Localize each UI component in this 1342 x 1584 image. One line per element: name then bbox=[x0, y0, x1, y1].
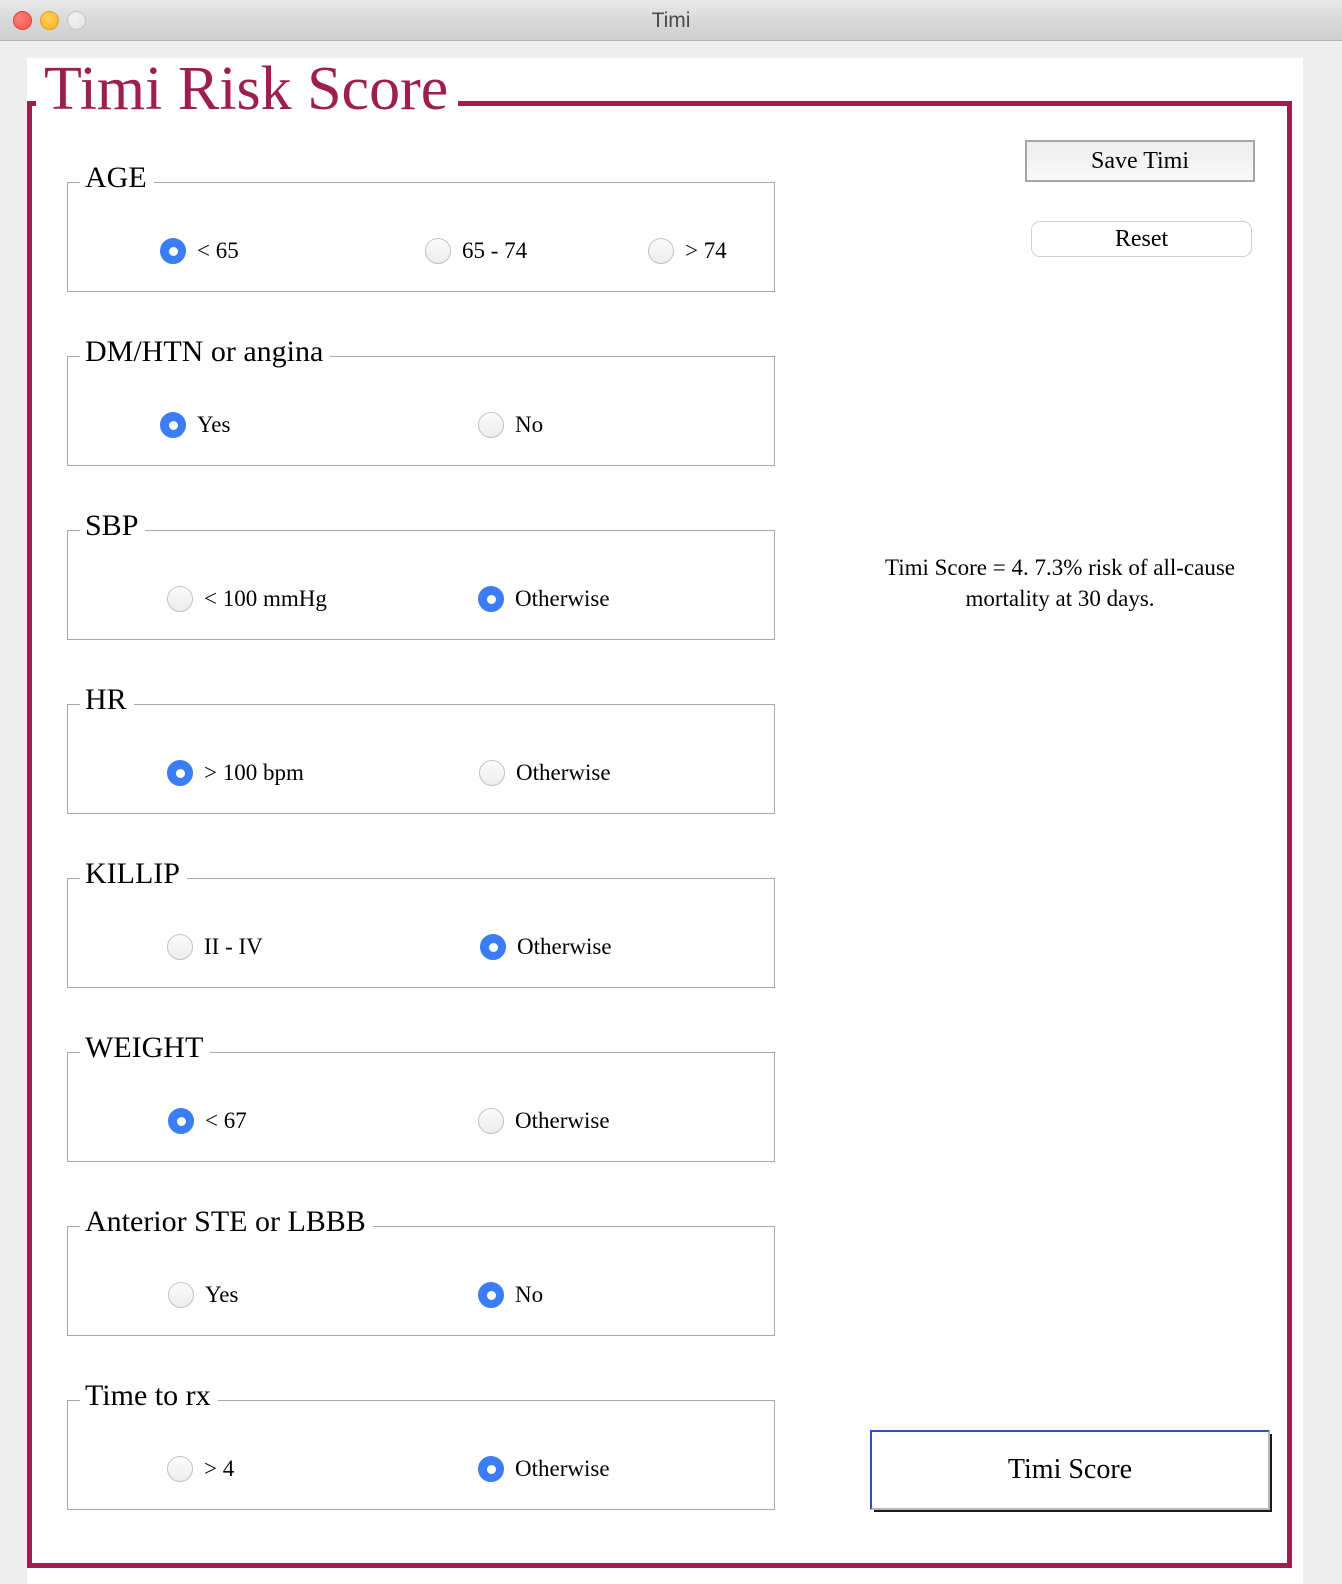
radio-option-age-1[interactable]: 65 - 74 bbox=[425, 238, 527, 264]
radio-unselected-icon[interactable] bbox=[478, 412, 504, 438]
radio-option-weight-0[interactable]: < 67 bbox=[168, 1108, 247, 1134]
group-dm-htn-or-angina: DM/HTN or angina Yes No bbox=[67, 337, 775, 466]
radio-option-hr-0[interactable]: > 100 bpm bbox=[167, 760, 304, 786]
group-title-time-to-rx: Time to rx bbox=[80, 1381, 218, 1411]
radio-label-age-1: 65 - 74 bbox=[462, 238, 528, 263]
group-title-weight: WEIGHT bbox=[80, 1033, 211, 1063]
radio-selected-icon[interactable] bbox=[478, 1456, 504, 1482]
radio-selected-icon[interactable] bbox=[478, 586, 504, 612]
radio-label-age-0: < 65 bbox=[197, 238, 239, 263]
radio-selected-icon[interactable] bbox=[168, 1108, 194, 1134]
radio-unselected-icon[interactable] bbox=[648, 238, 674, 264]
radio-option-weight-1[interactable]: Otherwise bbox=[478, 1108, 610, 1134]
radio-option-killip-1[interactable]: Otherwise bbox=[480, 934, 612, 960]
radio-option-sbp-1[interactable]: Otherwise bbox=[478, 586, 610, 612]
radio-label-anterior-ste-or-lbbb-0: Yes bbox=[205, 1282, 239, 1307]
radio-selected-icon[interactable] bbox=[478, 1282, 504, 1308]
group-title-sbp: SBP bbox=[80, 511, 146, 541]
radio-option-dm-htn-or-angina-1[interactable]: No bbox=[478, 412, 543, 438]
radio-option-time-to-rx-0[interactable]: > 4 bbox=[167, 1456, 234, 1482]
radio-label-dm-htn-or-angina-1: No bbox=[515, 412, 544, 437]
radio-label-hr-0: > 100 bpm bbox=[204, 760, 304, 785]
radio-label-time-to-rx-1: Otherwise bbox=[515, 1456, 610, 1481]
radio-option-time-to-rx-1[interactable]: Otherwise bbox=[478, 1456, 610, 1482]
radio-option-anterior-ste-or-lbbb-0[interactable]: Yes bbox=[168, 1282, 238, 1308]
group-time-to-rx: Time to rx > 4 Otherwise bbox=[67, 1381, 775, 1510]
reset-button[interactable]: Reset bbox=[1031, 221, 1252, 257]
radio-unselected-icon[interactable] bbox=[425, 238, 451, 264]
group-title-dm-htn-or-angina: DM/HTN or angina bbox=[80, 337, 331, 367]
group-title-killip: KILLIP bbox=[80, 859, 187, 889]
group-title-anterior-ste-or-lbbb: Anterior STE or LBBB bbox=[80, 1207, 373, 1237]
radio-label-anterior-ste-or-lbbb-1: No bbox=[515, 1282, 544, 1307]
radio-label-hr-1: Otherwise bbox=[516, 760, 611, 785]
radio-option-age-2[interactable]: > 74 bbox=[648, 238, 727, 264]
radio-label-sbp-0: < 100 mmHg bbox=[204, 586, 327, 611]
group-anterior-ste-or-lbbb: Anterior STE or LBBB Yes No bbox=[67, 1207, 775, 1336]
group-sbp: SBP < 100 mmHg Otherwise bbox=[67, 511, 775, 640]
radio-selected-icon[interactable] bbox=[160, 412, 186, 438]
radio-selected-icon[interactable] bbox=[160, 238, 186, 264]
radio-option-hr-1[interactable]: Otherwise bbox=[479, 760, 611, 786]
group-age: AGE < 65 65 - 74 > 74 bbox=[67, 163, 775, 292]
radio-unselected-icon[interactable] bbox=[479, 760, 505, 786]
radio-option-sbp-0[interactable]: < 100 mmHg bbox=[167, 586, 327, 612]
group-hr: HR > 100 bpm Otherwise bbox=[67, 685, 775, 814]
group-title-age: AGE bbox=[80, 163, 154, 193]
radio-unselected-icon[interactable] bbox=[478, 1108, 504, 1134]
radio-label-sbp-1: Otherwise bbox=[515, 586, 610, 611]
page-title: Timi Risk Score bbox=[36, 58, 459, 120]
radio-selected-icon[interactable] bbox=[167, 760, 193, 786]
radio-unselected-icon[interactable] bbox=[167, 586, 193, 612]
radio-option-dm-htn-or-angina-0[interactable]: Yes bbox=[160, 412, 230, 438]
radio-label-dm-htn-or-angina-0: Yes bbox=[197, 412, 231, 437]
result-text: Timi Score = 4. 7.3% risk of all-cause m… bbox=[884, 555, 1236, 611]
radio-option-killip-0[interactable]: II - IV bbox=[167, 934, 263, 960]
radio-label-time-to-rx-0: > 4 bbox=[204, 1456, 235, 1481]
group-killip: KILLIP II - IV Otherwise bbox=[67, 859, 775, 988]
timi-risk-score-panel bbox=[27, 101, 1292, 1568]
save-timi-button[interactable]: Save Timi bbox=[1025, 140, 1255, 182]
window-titlebar: Timi bbox=[0, 0, 1342, 41]
radio-selected-icon[interactable] bbox=[480, 934, 506, 960]
radio-unselected-icon[interactable] bbox=[167, 1456, 193, 1482]
radio-label-age-2: > 74 bbox=[685, 238, 727, 263]
radio-unselected-icon[interactable] bbox=[167, 934, 193, 960]
radio-label-weight-1: Otherwise bbox=[515, 1108, 610, 1133]
radio-label-killip-1: Otherwise bbox=[517, 934, 612, 959]
group-title-hr: HR bbox=[80, 685, 134, 715]
radio-option-age-0[interactable]: < 65 bbox=[160, 238, 239, 264]
radio-unselected-icon[interactable] bbox=[168, 1282, 194, 1308]
timi-score-button[interactable]: Timi Score bbox=[870, 1430, 1270, 1510]
radio-option-anterior-ste-or-lbbb-1[interactable]: No bbox=[478, 1282, 543, 1308]
radio-label-killip-0: II - IV bbox=[204, 934, 263, 959]
group-weight: WEIGHT < 67 Otherwise bbox=[67, 1033, 775, 1162]
radio-label-weight-0: < 67 bbox=[205, 1108, 247, 1133]
window-title: Timi bbox=[651, 9, 691, 32]
